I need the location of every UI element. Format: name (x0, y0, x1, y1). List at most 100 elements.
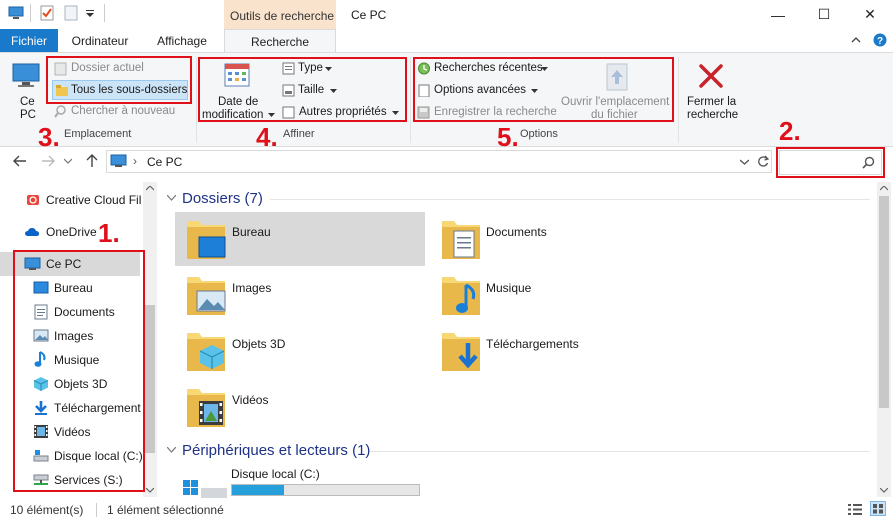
back-arrow-icon[interactable] (13, 155, 27, 167)
folder-label: Musique (486, 281, 532, 295)
folder-label: Documents (486, 225, 547, 239)
chevron-down-icon[interactable] (167, 447, 176, 453)
annotation-number-3: 3. (38, 122, 60, 152)
recent-searches-icon (418, 62, 430, 75)
chevron-down-icon[interactable] (740, 159, 749, 165)
computer-icon[interactable] (8, 6, 24, 20)
divider (30, 4, 31, 22)
date-modified-label-1: Date de (218, 96, 259, 108)
chevron-down-icon (268, 113, 275, 117)
chevron-down-icon[interactable] (146, 488, 154, 493)
close-search-button[interactable]: Fermer la recherche (681, 60, 743, 122)
contextual-tab-label: Outils de recherche (230, 9, 335, 23)
customize-toolbar-icon[interactable] (86, 10, 94, 18)
maximize-button[interactable]: ☐ (801, 0, 847, 29)
save-search-button[interactable]: Enregistrer la recherche (417, 105, 557, 121)
up-arrow-icon[interactable] (86, 154, 98, 168)
date-modified-button[interactable]: Date de modification (202, 60, 275, 122)
folder-item-documents[interactable]: Documents (430, 212, 680, 266)
chevron-up-icon[interactable] (880, 186, 888, 191)
save-search-label: Enregistrer la recherche (434, 106, 557, 118)
tab-recherche[interactable]: Recherche (224, 29, 336, 53)
divider (270, 199, 870, 200)
search-again-button[interactable]: Chercher à nouveau (54, 104, 188, 120)
section-title-folders[interactable]: Dossiers (7) (182, 190, 263, 207)
open-location-label-1: Ouvrir l'emplacement (561, 96, 670, 108)
divider (410, 57, 411, 143)
videos-folder-icon (187, 389, 225, 427)
size-button[interactable]: Taille (282, 83, 342, 99)
folder-item-musique[interactable]: Musique (430, 268, 680, 322)
status-selection: 1 élément sélectionné (107, 503, 224, 517)
divider (370, 451, 870, 452)
breadcrumb-ce-pc[interactable]: Ce PC (147, 155, 182, 169)
search-icon (862, 156, 875, 169)
type-button[interactable]: Type (282, 61, 342, 77)
properties-icon[interactable] (40, 5, 54, 21)
new-folder-icon[interactable] (64, 5, 78, 21)
svg-text:?: ? (877, 36, 883, 47)
open-location-icon (606, 63, 628, 91)
section-title-devices[interactable]: Périphériques et lecteurs (1) (182, 442, 370, 459)
nav-scrollbar-thumb[interactable] (145, 305, 155, 453)
chevron-down-icon[interactable] (880, 488, 888, 493)
chevron-down-icon[interactable] (167, 195, 176, 201)
documents-folder-icon (442, 221, 480, 259)
search-input[interactable] (779, 150, 882, 175)
close-button[interactable]: ✕ (847, 0, 893, 29)
chevron-up-icon[interactable] (146, 186, 154, 191)
folder-item-images[interactable]: Images (175, 268, 425, 322)
tab-fichier[interactable]: Fichier (0, 29, 58, 53)
calendar-icon (224, 63, 250, 87)
chevron-down-icon (541, 67, 548, 71)
tab-ordinateur[interactable]: Ordinateur (58, 29, 142, 53)
status-item-count: 10 élément(s) (10, 503, 84, 517)
folder-label: Bureau (232, 225, 271, 239)
help-icon[interactable]: ? (873, 33, 887, 47)
all-subfolders-label: Tous les sous-dossiers (71, 84, 188, 96)
chevron-down-icon (531, 89, 538, 93)
folder-tree-icon (56, 85, 68, 96)
current-folder-button[interactable]: Dossier actuel (54, 61, 188, 77)
recent-searches-button[interactable]: Recherches récentes (417, 61, 557, 77)
chevron-up-icon[interactable] (851, 36, 861, 44)
advanced-options-button[interactable]: Options avancées (417, 83, 549, 99)
tab-affichage[interactable]: Affichage (142, 29, 222, 53)
folder-icon (54, 62, 67, 76)
ce-pc-button[interactable]: Ce PC (6, 58, 46, 126)
address-bar[interactable]: › Ce PC (106, 150, 772, 173)
chevron-down-icon[interactable] (64, 158, 72, 164)
creative-cloud-icon (27, 195, 39, 205)
folder-item-bureau[interactable]: Bureau (175, 212, 425, 266)
type-label: Type (298, 62, 323, 74)
group-label-location: Emplacement (64, 128, 132, 140)
drive-item-c[interactable]: Disque local (C:) (175, 462, 435, 498)
annotation-box-1 (13, 250, 145, 492)
magnifier-icon (54, 105, 66, 118)
open-file-location-button[interactable]: Ouvrir l'emplacement du fichier (560, 60, 672, 122)
annotation-number-1: 1. (98, 218, 120, 248)
folder-label: Images (232, 281, 272, 295)
group-label-options: Options (520, 128, 558, 140)
3d-objects-folder-icon (187, 333, 225, 371)
minimize-button[interactable]: — (755, 0, 801, 29)
current-folder-label: Dossier actuel (71, 62, 144, 74)
folder-item-telechargements[interactable]: Téléchargements (430, 324, 680, 378)
folder-item-videos[interactable]: Vidéos (175, 380, 425, 434)
divider (96, 503, 97, 517)
all-subfolders-button[interactable]: Tous les sous-dossiers (52, 80, 188, 100)
drive-label: Disque local (C:) (231, 467, 320, 481)
other-properties-button[interactable]: Autres propriétés (282, 105, 402, 121)
folder-item-objets-3d[interactable]: Objets 3D (175, 324, 425, 378)
refresh-icon[interactable] (757, 155, 769, 168)
content-scrollbar-thumb[interactable] (879, 196, 889, 408)
divider (678, 57, 679, 143)
drive-usage-bar (231, 484, 420, 496)
nav-item-creative-cloud[interactable]: Creative Cloud Fil (0, 188, 142, 212)
forward-arrow-icon[interactable] (41, 155, 55, 167)
details-view-icon[interactable] (847, 503, 863, 516)
large-icons-view-icon[interactable] (870, 501, 886, 516)
nav-item-label: Creative Cloud Fil (46, 193, 142, 207)
close-search-icon (699, 64, 723, 88)
chevron-down-icon (325, 67, 332, 71)
